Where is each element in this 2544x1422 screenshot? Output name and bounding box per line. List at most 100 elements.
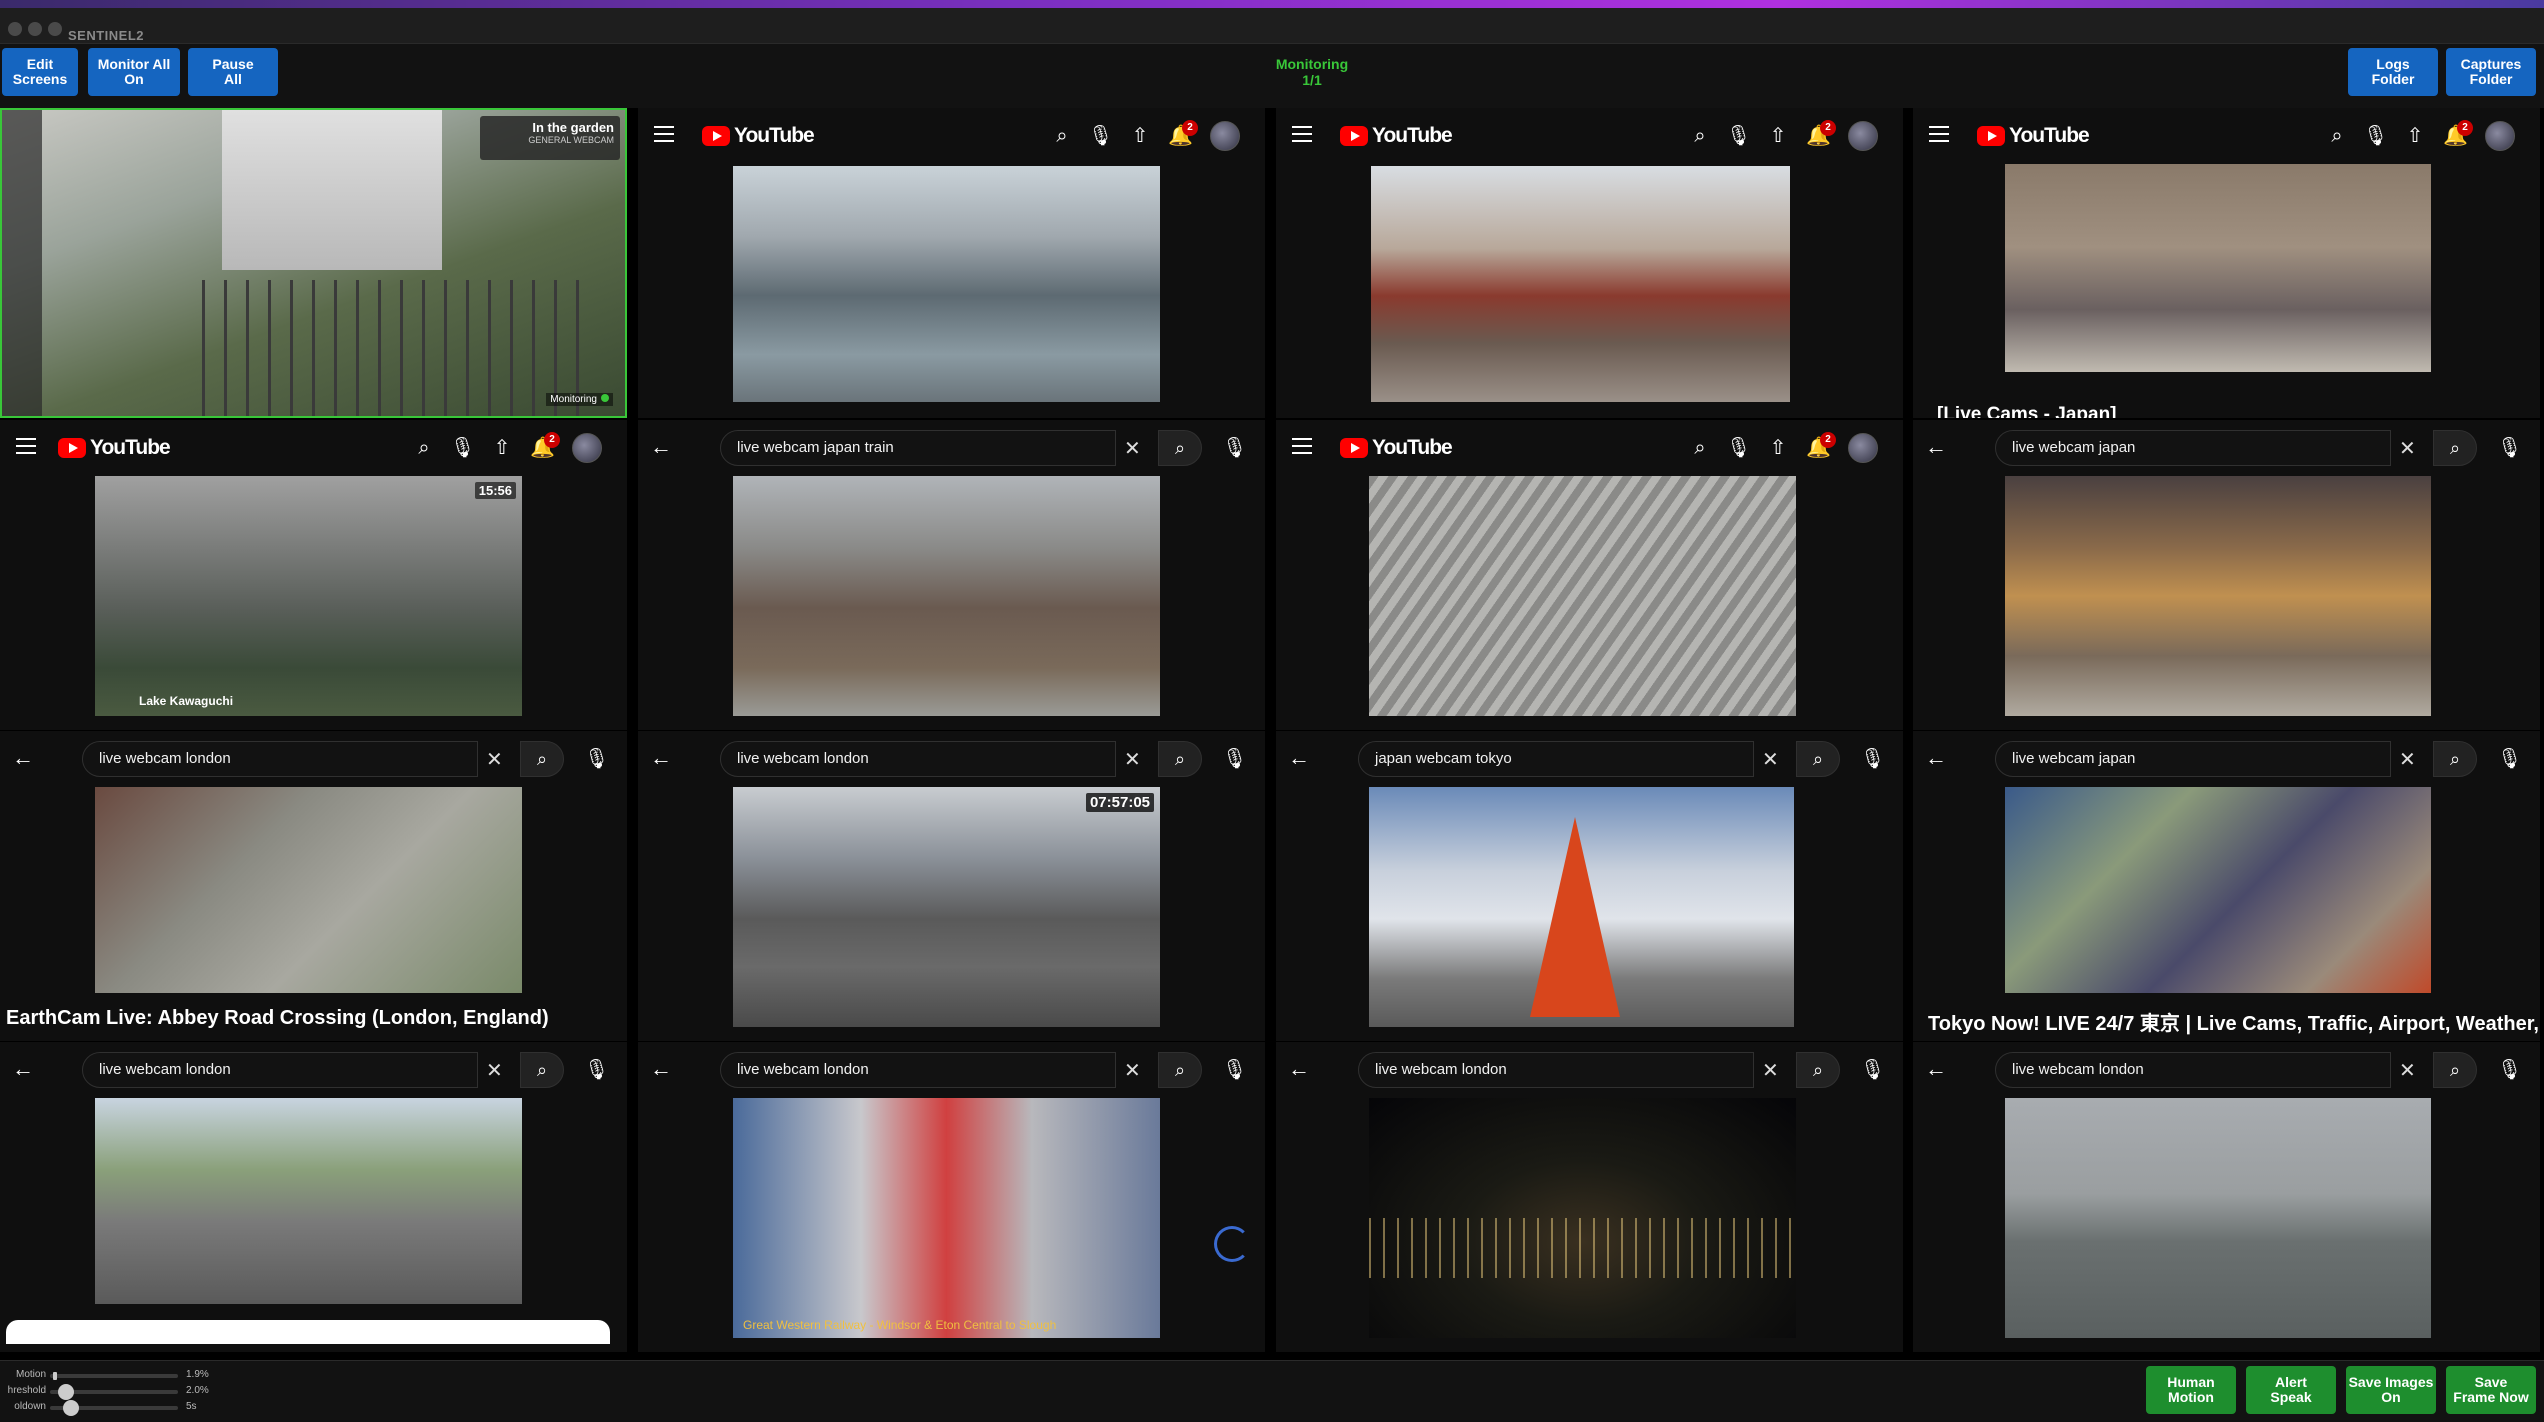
video-thumbnail-japan-street-night[interactable] [2005, 476, 2431, 716]
clear-search-icon[interactable]: ✕ [2399, 436, 2416, 461]
search-button[interactable]: ⌕ [520, 741, 564, 777]
screen-cell-3-2[interactable]: ← live webcam london ✕ ⌕ 🎙 07:57:05 [638, 731, 1265, 1041]
microphone-icon[interactable]: 🎙 [1726, 124, 1751, 148]
screen-cell-3-3[interactable]: ← japan webcam tokyo ✕ ⌕ 🎙 [1276, 731, 1903, 1041]
avatar[interactable] [1210, 121, 1240, 151]
search-button[interactable]: ⌕ [2433, 430, 2477, 466]
hamburger-menu-icon[interactable] [1292, 438, 1312, 454]
screen-cell-3-1[interactable]: ← live webcam london ✕ ⌕ 🎙 EarthCam Live… [0, 731, 627, 1041]
search-icon[interactable]: ⌕ [1688, 436, 1712, 460]
back-arrow-icon[interactable]: ← [1288, 745, 1310, 771]
search-button[interactable]: ⌕ [2433, 1052, 2477, 1088]
microphone-icon[interactable]: 🎙 [1860, 747, 1885, 771]
clear-search-icon[interactable]: ✕ [1124, 1058, 1141, 1083]
notifications-bell-icon[interactable]: 🔔 2 [1168, 120, 1198, 148]
pause-all-button[interactable]: Pause All [188, 48, 278, 96]
edit-screens-button[interactable]: Edit Screens [2, 48, 78, 96]
microphone-icon[interactable]: 🎙 [1222, 436, 1247, 460]
video-thumbnail-train-yard[interactable] [733, 476, 1160, 716]
back-arrow-icon[interactable]: ← [1925, 1056, 1947, 1082]
motion-slider[interactable] [50, 1372, 178, 1380]
screen-cell-2-4[interactable]: ← live webcam japan ✕ ⌕ 🎙 [1913, 420, 2540, 730]
motion-slider-thumb[interactable] [53, 1372, 57, 1380]
back-arrow-icon[interactable]: ← [1288, 1056, 1310, 1082]
back-arrow-icon[interactable]: ← [12, 1056, 34, 1082]
threshold-slider-thumb[interactable] [58, 1384, 74, 1400]
search-input[interactable]: live webcam london [82, 741, 478, 777]
notifications-bell-icon[interactable]: 🔔 2 [2443, 120, 2473, 148]
microphone-icon[interactable]: 🎙 [2363, 124, 2388, 148]
video-thumbnail-toronto-night[interactable] [1369, 1098, 1796, 1338]
clear-search-icon[interactable]: ✕ [1762, 1058, 1779, 1083]
close-window-button[interactable] [8, 22, 22, 36]
back-arrow-icon[interactable]: ← [1925, 434, 1947, 460]
microphone-icon[interactable]: 🎙 [584, 747, 609, 771]
screen-cell-4-1[interactable]: ← live webcam london ✕ ⌕ 🎙 [0, 1042, 627, 1352]
back-arrow-icon[interactable]: ← [650, 434, 672, 460]
search-input[interactable]: live webcam japan [1995, 430, 2391, 466]
clear-search-icon[interactable]: ✕ [1124, 747, 1141, 772]
microphone-icon[interactable]: 🎙 [2497, 747, 2522, 771]
search-input[interactable]: live webcam london [1358, 1052, 1754, 1088]
cooldown-slider[interactable] [50, 1400, 178, 1416]
hamburger-menu-icon[interactable] [654, 126, 674, 142]
minimize-window-button[interactable] [28, 22, 42, 36]
video-thumbnail-tokyo-tower[interactable] [1369, 787, 1794, 1027]
save-frame-now-button[interactable]: Save Frame Now [2446, 1366, 2536, 1414]
notifications-bell-icon[interactable]: 🔔 2 [1806, 120, 1836, 148]
zoom-window-button[interactable] [48, 22, 62, 36]
search-icon[interactable]: ⌕ [1050, 124, 1074, 148]
video-title[interactable]: EarthCam Live: Abbey Road Crossing (Lond… [6, 1007, 549, 1030]
avatar[interactable] [572, 433, 602, 463]
screen-cell-3-4[interactable]: ← live webcam japan ✕ ⌕ 🎙 Tokyo Now! LIV… [1913, 731, 2540, 1041]
back-arrow-icon[interactable]: ← [12, 745, 34, 771]
logs-folder-button[interactable]: Logs Folder [2348, 48, 2438, 96]
upload-icon[interactable]: ⇧ [1766, 124, 1790, 148]
microphone-icon[interactable]: 🎙 [450, 436, 475, 460]
screen-cell-2-1[interactable]: YouTube ⌕ 🎙 ⇧ 🔔 2 15:56 Lake Kawaguchi [0, 420, 627, 730]
screen-cell-1-2[interactable]: YouTube ⌕ 🎙 ⇧ 🔔 2 [638, 108, 1265, 418]
microphone-icon[interactable]: 🎙 [1726, 436, 1751, 460]
search-button[interactable]: ⌕ [1796, 741, 1840, 777]
search-input[interactable]: live webcam london [720, 1052, 1116, 1088]
microphone-icon[interactable]: 🎙 [1860, 1058, 1885, 1082]
video-thumbnail-shibuya-crossing[interactable] [1369, 476, 1796, 716]
search-button[interactable]: ⌕ [1158, 430, 1202, 466]
microphone-icon[interactable]: 🎙 [584, 1058, 609, 1082]
microphone-icon[interactable]: 🎙 [2497, 436, 2522, 460]
video-title[interactable]: Tokyo Now! LIVE 24/7 東京 | Live Cams, Tra… [1928, 1007, 2539, 1036]
monitor-all-on-button[interactable]: Monitor All On [88, 48, 180, 96]
hamburger-menu-icon[interactable] [16, 438, 36, 454]
video-thumbnail-london-street[interactable]: 07:57:05 [733, 787, 1160, 1027]
video-thumbnail-tokyo-bay[interactable] [733, 166, 1160, 402]
search-button[interactable]: ⌕ [520, 1052, 564, 1088]
upload-icon[interactable]: ⇧ [490, 436, 514, 460]
upload-icon[interactable]: ⇧ [1128, 124, 1152, 148]
screen-cell-4-2[interactable]: ← live webcam london ✕ ⌕ 🎙 Great Western… [638, 1042, 1265, 1352]
captures-folder-button[interactable]: Captures Folder [2446, 48, 2536, 96]
human-motion-button[interactable]: Human Motion [2146, 1366, 2236, 1414]
back-arrow-icon[interactable]: ← [650, 745, 672, 771]
screen-cell-4-3[interactable]: ← live webcam london ✕ ⌕ 🎙 [1276, 1042, 1903, 1352]
search-input[interactable]: live webcam london [1995, 1052, 2391, 1088]
video-thumbnail-sensoji-temple[interactable] [1371, 166, 1790, 402]
notifications-bell-icon[interactable]: 🔔 2 [530, 432, 560, 460]
search-icon[interactable]: ⌕ [2325, 124, 2349, 148]
video-thumbnail-shinjuku-street[interactable] [2005, 164, 2431, 372]
screen-cell-1-1[interactable]: In the garden GENERAL WEBCAM Monitoring [0, 108, 627, 418]
clear-search-icon[interactable]: ✕ [2399, 1058, 2416, 1083]
screen-cell-2-3[interactable]: YouTube ⌕ 🎙 ⇧ 🔔 2 [1276, 420, 1903, 730]
search-icon[interactable]: ⌕ [1688, 124, 1712, 148]
video-thumbnail-riga-river[interactable] [2005, 1098, 2431, 1338]
microphone-icon[interactable]: 🎙 [1222, 1058, 1247, 1082]
threshold-slider[interactable] [50, 1384, 178, 1400]
hamburger-menu-icon[interactable] [1292, 126, 1312, 142]
save-images-on-button[interactable]: Save Images On [2346, 1366, 2436, 1414]
search-button[interactable]: ⌕ [1158, 1052, 1202, 1088]
screen-cell-4-4[interactable]: ← live webcam london ✕ ⌕ 🎙 [1913, 1042, 2540, 1352]
search-button[interactable]: ⌕ [1796, 1052, 1840, 1088]
screen-cell-2-2[interactable]: ← live webcam japan train ✕ ⌕ 🎙 [638, 420, 1265, 730]
screen-cell-1-4[interactable]: YouTube ⌕ 🎙 ⇧ 🔔 2 [Live Cams - Japan] [1913, 108, 2540, 418]
clear-search-icon[interactable]: ✕ [486, 1058, 503, 1083]
microphone-icon[interactable]: 🎙 [1222, 747, 1247, 771]
